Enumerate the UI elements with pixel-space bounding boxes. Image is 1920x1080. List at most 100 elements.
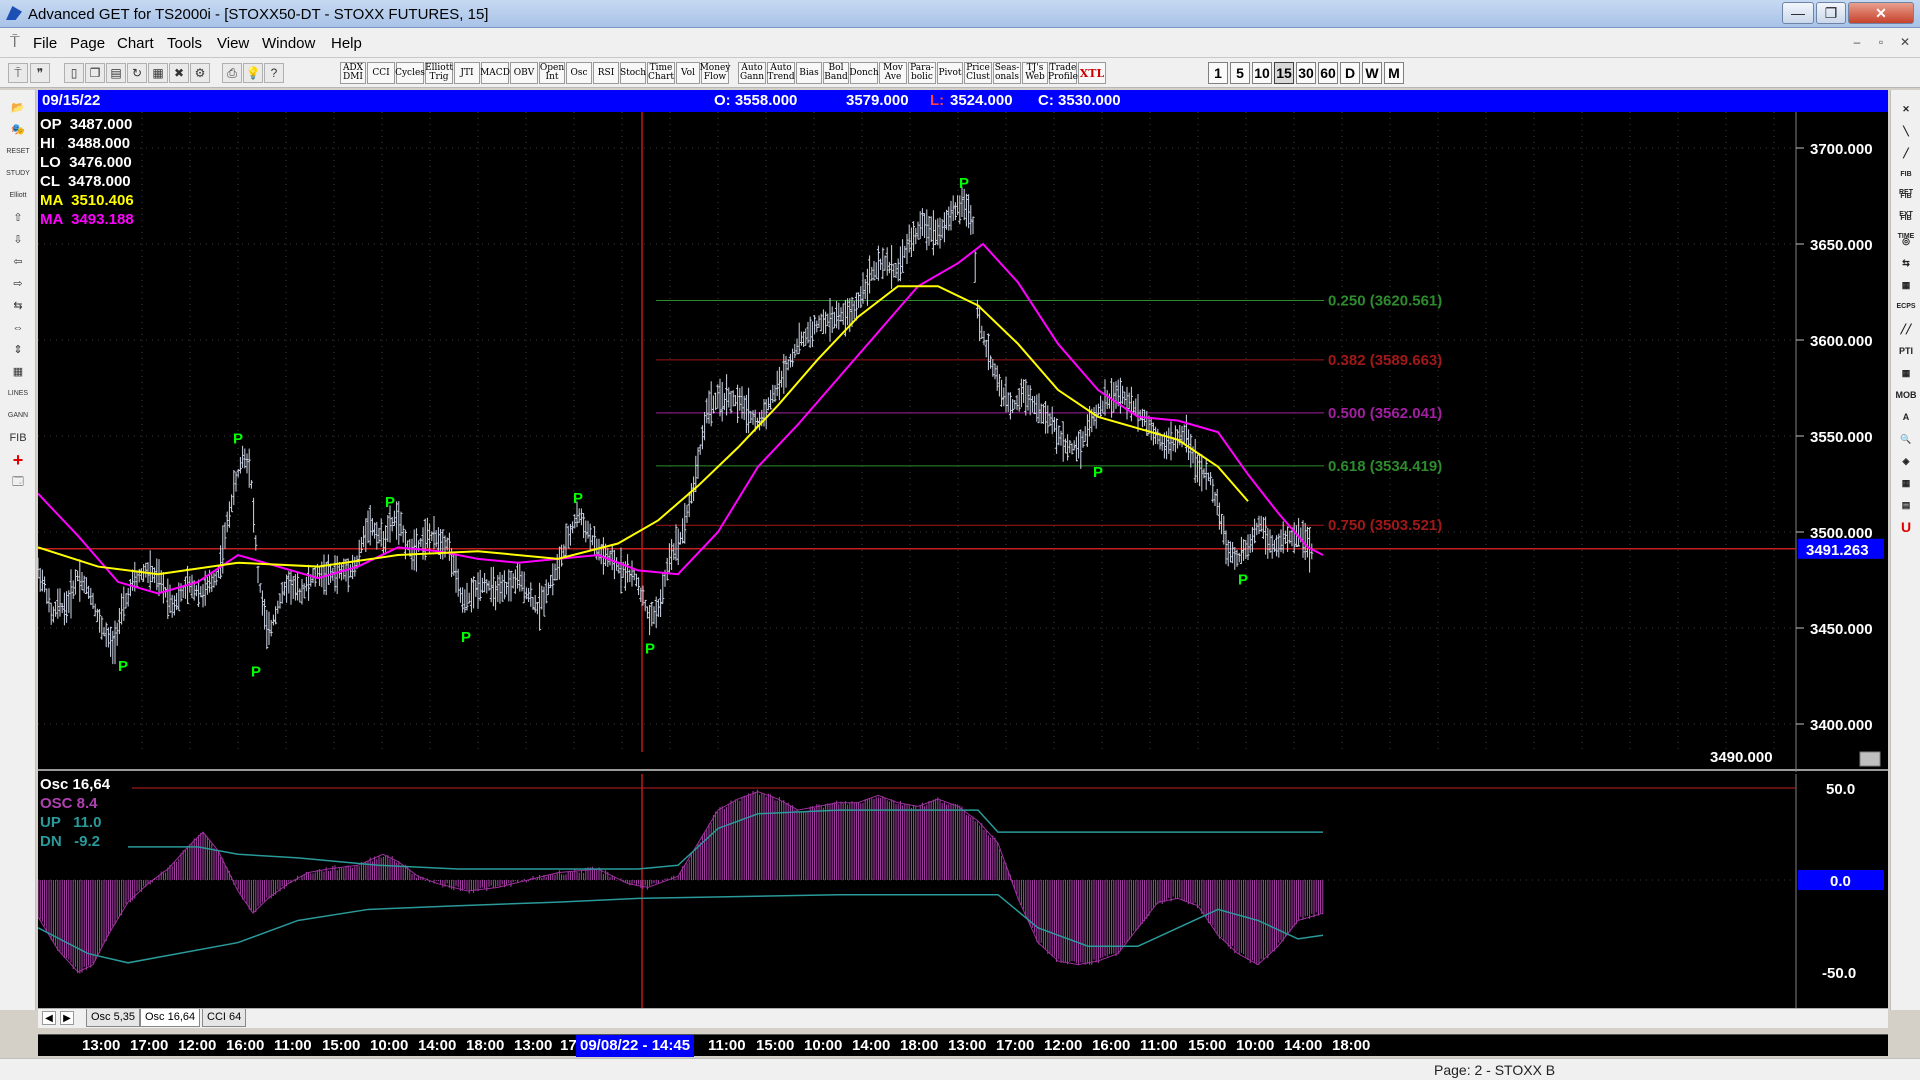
new-page-icon[interactable]: ▯ (64, 63, 84, 83)
table-icon[interactable]: ▦ (1895, 474, 1917, 492)
u-tool-icon[interactable]: U (1895, 518, 1917, 536)
timeframe-button-w[interactable]: W (1362, 62, 1382, 84)
indicator-button-mov-ave[interactable]: Mov Ave (879, 62, 907, 84)
reset-icon[interactable]: RESET (5, 142, 31, 162)
indicator-button-trade-profile[interactable]: Trade Profile (1048, 62, 1078, 84)
timeframe-button-1[interactable]: 1 (1208, 62, 1228, 84)
close-button[interactable]: ✕ (1848, 2, 1914, 24)
fib-extension-icon[interactable]: FIB EXT (1895, 188, 1917, 218)
text-tool-icon[interactable]: A (1895, 408, 1917, 426)
elliott-icon[interactable]: Elliott (5, 186, 31, 206)
indicator-button-money-flow[interactable]: Money Flow (700, 62, 730, 84)
indicator-button-open-int[interactable]: Open Int (539, 62, 565, 84)
indicator-button-time-chart[interactable]: Time Chart (647, 62, 675, 84)
indicator-button-bol-band[interactable]: Bol Band (823, 62, 849, 84)
copy-icon[interactable]: ❐ (85, 63, 105, 83)
marker-icon[interactable]: ◈ (1895, 452, 1917, 470)
timeframe-button-5[interactable]: 5 (1230, 62, 1250, 84)
maximize-button[interactable]: ❐ (1816, 2, 1846, 24)
expand-h-icon[interactable]: ⇔ (5, 318, 31, 338)
indicator-button-rsi[interactable]: RSI (593, 62, 619, 84)
chart-panel[interactable]: 09/15/22 O: 3558.000 3579.000 L: 3524.00… (38, 90, 1888, 1010)
crosshair-icon[interactable]: + (5, 450, 31, 470)
menu-file[interactable]: File (33, 35, 57, 52)
indicator-button-xtl[interactable]: XTL (1078, 62, 1106, 84)
sheet-tab-osc-16-64[interactable]: Osc 16,64 (140, 1009, 201, 1027)
window-icon[interactable]: 🗔 (5, 472, 31, 492)
fib-level-label[interactable]: 0.618 (3534.419) (1328, 458, 1442, 475)
indicator-button-jti[interactable]: JTI (454, 62, 480, 84)
menu-view[interactable]: View (217, 35, 249, 52)
tip-icon[interactable]: 💡 (243, 63, 263, 83)
sheet-tab-cci-64[interactable]: CCI 64 (202, 1009, 247, 1027)
indicator-button-pivot[interactable]: Pivot (937, 62, 963, 84)
channel-tool-icon[interactable]: ⇆ (1895, 254, 1917, 272)
scale-toggle-icon[interactable] (1859, 751, 1881, 767)
indicator-button-bias[interactable]: Bias (796, 62, 822, 84)
sheet-tab-osc-5-35[interactable]: Osc 5,35 (86, 1009, 141, 1027)
gann-icon[interactable]: GANN (5, 406, 31, 426)
compress-icon[interactable]: ⇆ (5, 296, 31, 316)
arrow-right-icon[interactable]: ⇨ (5, 274, 31, 294)
mdi-close-button[interactable]: ✕ (1896, 34, 1914, 50)
fib-level-label[interactable]: 0.382 (3589.663) (1328, 352, 1442, 369)
print-icon[interactable]: ⎙ (222, 63, 242, 83)
timeframe-button-30[interactable]: 30 (1296, 62, 1316, 84)
box-tool-icon[interactable]: ▦ (1895, 276, 1917, 294)
indicator-button-price-clust[interactable]: Price Clust (964, 62, 992, 84)
fib-level-label[interactable]: 0.500 (3562.041) (1328, 405, 1442, 422)
indicator-button-seas-onals[interactable]: Seas- onals (993, 62, 1021, 84)
mdi-minimize-button[interactable]: – (1848, 34, 1866, 50)
mob-icon[interactable]: MOB (1895, 386, 1917, 404)
zoom-icon[interactable]: 🔍 (1895, 430, 1917, 448)
parallel-lines-icon[interactable]: ╱╱ (1895, 320, 1917, 338)
indicator-button-osc[interactable]: Osc (566, 62, 592, 84)
menu-help[interactable]: Help (331, 35, 362, 52)
indicator-button-macd[interactable]: MACD (480, 62, 510, 84)
arrow-left-icon[interactable]: ⇦ (5, 252, 31, 272)
indicator-button-cci[interactable]: CCI (367, 62, 395, 84)
tab-scroll-right-icon[interactable]: ▶ (60, 1011, 74, 1025)
timeframe-button-60[interactable]: 60 (1318, 62, 1338, 84)
expand-v-icon[interactable]: ⇕ (5, 340, 31, 360)
indicator-button-adx-dmi[interactable]: ADX DMI (340, 62, 366, 84)
fib-retracement-icon[interactable]: FIB RET (1895, 166, 1917, 196)
indicator-button-obv[interactable]: OBV (510, 62, 538, 84)
menu-page[interactable]: Page (70, 35, 105, 52)
masks-icon[interactable]: 🎭 (5, 120, 31, 140)
grid-tool-icon[interactable]: ▦ (1895, 364, 1917, 382)
trend-tool-icon[interactable]: ╱ (1895, 144, 1917, 162)
study-icon[interactable]: STUDY (5, 164, 31, 184)
arrow-down-icon[interactable]: ⇩ (5, 230, 31, 250)
pti-icon[interactable]: PTI (1895, 342, 1917, 360)
fib-level-label[interactable]: 0.250 (3620.561) (1328, 293, 1442, 310)
pin-tool-icon[interactable]: ⍑ (8, 63, 28, 83)
menu-tools[interactable]: Tools (167, 35, 202, 52)
indicator-button-auto-gann[interactable]: Auto Gann (738, 62, 766, 84)
fib-time-icon[interactable]: FIB TIME (1895, 210, 1917, 240)
timeframe-button-d[interactable]: D (1340, 62, 1360, 84)
quote-icon[interactable]: ❞ (30, 63, 50, 83)
delete-icon[interactable]: ✖ (169, 63, 189, 83)
timeframe-button-15[interactable]: 15 (1274, 62, 1294, 84)
oscillator-chart[interactable]: 50.0 -50.0 0.0 (38, 774, 1888, 1008)
price-chart[interactable]: 3700.0003650.0003600.0003550.0003500.000… (38, 112, 1888, 772)
indicator-button-tj-s-web[interactable]: TJ's Web (1022, 62, 1048, 84)
indicator-button-para-bolic[interactable]: Para- bolic (908, 62, 936, 84)
menu-chart[interactable]: Chart (117, 35, 154, 52)
line-tool-icon[interactable]: ╲ (1895, 122, 1917, 140)
open-page-icon[interactable]: 📂 (5, 98, 31, 118)
grid-icon[interactable]: ▦ (5, 362, 31, 382)
fib-level-label[interactable]: 0.750 (3503.521) (1328, 517, 1442, 534)
indicator-button-donch[interactable]: Donch (849, 62, 879, 84)
minimize-button[interactable]: — (1782, 2, 1814, 24)
ecps-icon[interactable]: ECPS (1895, 298, 1917, 316)
indicator-button-auto-trend[interactable]: Auto Trend (767, 62, 795, 84)
timeframe-button-10[interactable]: 10 (1252, 62, 1272, 84)
indicator-button-elliott-trig[interactable]: Elliott Trig (425, 62, 453, 84)
refresh-icon[interactable]: ↻ (127, 63, 147, 83)
menu-window[interactable]: Window (262, 35, 315, 52)
indicator-button-stoch[interactable]: Stoch (620, 62, 646, 84)
indicator-button-cycles[interactable]: Cycles (395, 62, 425, 84)
indicator-button-vol[interactable]: Vol (676, 62, 700, 84)
